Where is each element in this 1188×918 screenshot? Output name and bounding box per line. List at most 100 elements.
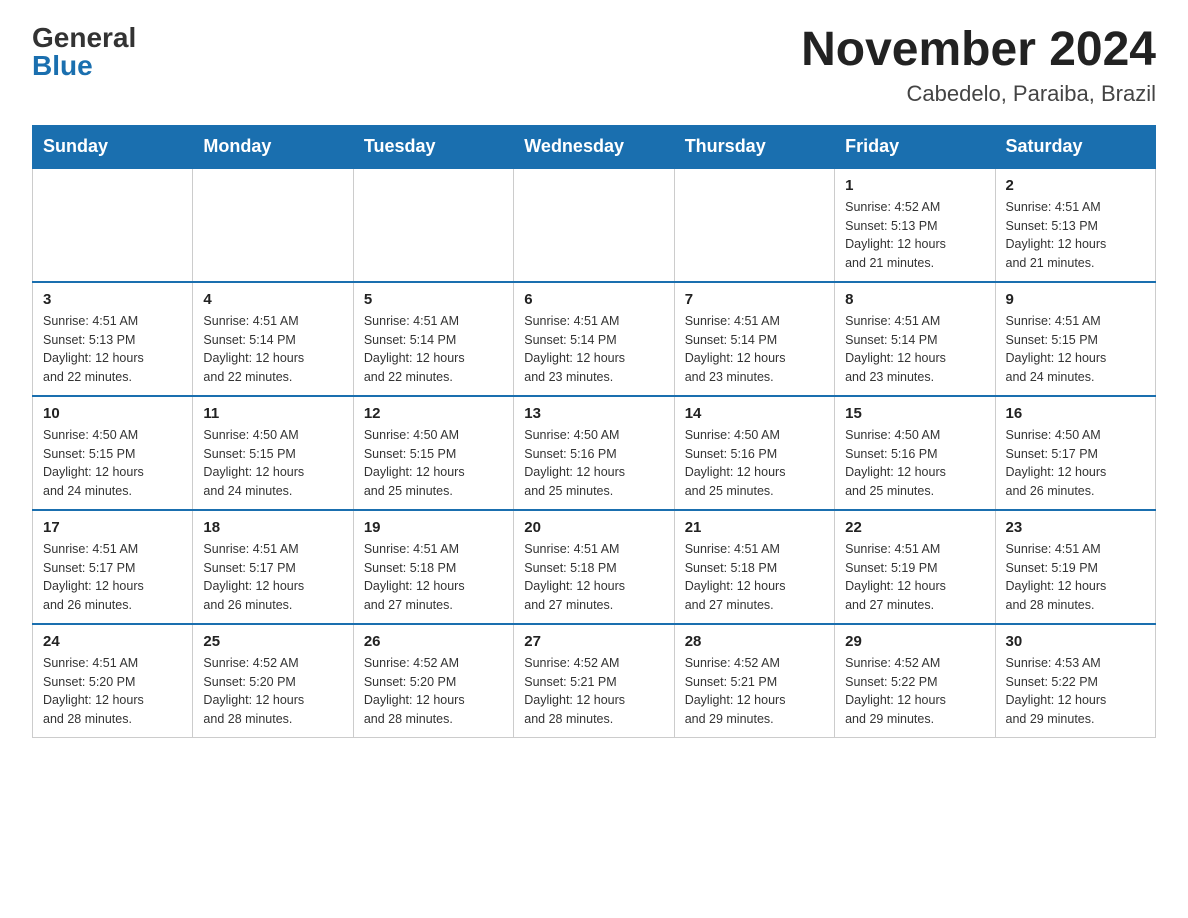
- day-number: 18: [203, 519, 342, 536]
- calendar-cell: 11 Sunrise: 4:50 AMSunset: 5:15 PMDayligh…: [193, 396, 353, 510]
- calendar-cell: 10Sunrise: 4:50 AMSunset: 5:15 PMDayligh…: [33, 396, 193, 510]
- day-info: Sunrise: 4:51 AMSunset: 5:18 PMDaylight:…: [685, 540, 824, 615]
- day-info: Sunrise: 4:51 AMSunset: 5:13 PMDaylight:…: [43, 312, 182, 387]
- calendar-cell: 12 Sunrise: 4:50 AMSunset: 5:15 PMDayligh…: [353, 396, 513, 510]
- day-number: 23: [1006, 519, 1145, 536]
- day-info: Sunrise: 4:51 AMSunset: 5:14 PMDaylight:…: [364, 312, 503, 387]
- calendar-cell: 23 Sunrise: 4:51 AMSunset: 5:19 PMDayligh…: [995, 510, 1155, 624]
- day-number: 26: [364, 633, 503, 650]
- day-number: 8: [845, 291, 984, 308]
- calendar-header-thursday: Thursday: [674, 125, 834, 168]
- day-info: Sunrise: 4:52 AMSunset: 5:20 PMDaylight:…: [364, 654, 503, 729]
- day-number: 28: [685, 633, 824, 650]
- calendar-header-friday: Friday: [835, 125, 995, 168]
- calendar-cell: 17 Sunrise: 4:51 AMSunset: 5:17 PMDayligh…: [33, 510, 193, 624]
- day-info: Sunrise: 4:51 AMSunset: 5:14 PMDaylight:…: [685, 312, 824, 387]
- day-info: Sunrise: 4:51 AMSunset: 5:18 PMDaylight:…: [524, 540, 663, 615]
- day-number: 14: [685, 405, 824, 422]
- day-number: 7: [685, 291, 824, 308]
- logo-general-text: General: [32, 24, 136, 52]
- calendar-cell: 20 Sunrise: 4:51 AMSunset: 5:18 PMDayligh…: [514, 510, 674, 624]
- day-info: Sunrise: 4:51 AMSunset: 5:19 PMDaylight:…: [845, 540, 984, 615]
- day-info: Sunrise: 4:50 AMSunset: 5:15 PMDaylight:…: [364, 426, 503, 501]
- calendar-cell: 30 Sunrise: 4:53 AMSunset: 5:22 PMDayligh…: [995, 624, 1155, 738]
- day-info: Sunrise: 4:51 AMSunset: 5:20 PMDaylight:…: [43, 654, 182, 729]
- calendar-cell: [33, 168, 193, 282]
- calendar-week-row: 1 Sunrise: 4:52 AMSunset: 5:13 PMDaylight…: [33, 168, 1156, 282]
- day-number: 21: [685, 519, 824, 536]
- day-info: Sunrise: 4:51 AMSunset: 5:13 PMDaylight:…: [1006, 198, 1145, 273]
- day-number: 30: [1006, 633, 1145, 650]
- calendar-table: SundayMondayTuesdayWednesdayThursdayFrid…: [32, 125, 1156, 738]
- calendar-cell: 4 Sunrise: 4:51 AMSunset: 5:14 PMDaylight…: [193, 282, 353, 396]
- day-info: Sunrise: 4:52 AMSunset: 5:20 PMDaylight:…: [203, 654, 342, 729]
- calendar-cell: 5 Sunrise: 4:51 AMSunset: 5:14 PMDaylight…: [353, 282, 513, 396]
- day-number: 12: [364, 405, 503, 422]
- day-number: 5: [364, 291, 503, 308]
- day-number: 25: [203, 633, 342, 650]
- calendar-week-row: 3 Sunrise: 4:51 AMSunset: 5:13 PMDaylight…: [33, 282, 1156, 396]
- calendar-week-row: 17 Sunrise: 4:51 AMSunset: 5:17 PMDayligh…: [33, 510, 1156, 624]
- calendar-cell: 22Sunrise: 4:51 AMSunset: 5:19 PMDayligh…: [835, 510, 995, 624]
- calendar-cell: 18Sunrise: 4:51 AMSunset: 5:17 PMDayligh…: [193, 510, 353, 624]
- day-number: 2: [1006, 177, 1145, 194]
- day-number: 15: [845, 405, 984, 422]
- calendar-cell: 25 Sunrise: 4:52 AMSunset: 5:20 PMDayligh…: [193, 624, 353, 738]
- calendar-cell: 21 Sunrise: 4:51 AMSunset: 5:18 PMDayligh…: [674, 510, 834, 624]
- calendar-header-monday: Monday: [193, 125, 353, 168]
- day-info: Sunrise: 4:50 AMSunset: 5:16 PMDaylight:…: [685, 426, 824, 501]
- day-number: 20: [524, 519, 663, 536]
- calendar-cell: 16Sunrise: 4:50 AMSunset: 5:17 PMDayligh…: [995, 396, 1155, 510]
- logo: General Blue: [32, 24, 136, 80]
- day-number: 16: [1006, 405, 1145, 422]
- day-info: Sunrise: 4:53 AMSunset: 5:22 PMDaylight:…: [1006, 654, 1145, 729]
- location-text: Cabedelo, Paraiba, Brazil: [801, 81, 1156, 107]
- calendar-cell: 9Sunrise: 4:51 AMSunset: 5:15 PMDaylight…: [995, 282, 1155, 396]
- day-info: Sunrise: 4:50 AMSunset: 5:16 PMDaylight:…: [845, 426, 984, 501]
- calendar-cell: 8 Sunrise: 4:51 AMSunset: 5:14 PMDaylight…: [835, 282, 995, 396]
- title-section: November 2024 Cabedelo, Paraiba, Brazil: [801, 24, 1156, 107]
- calendar-header-tuesday: Tuesday: [353, 125, 513, 168]
- day-number: 1: [845, 177, 984, 194]
- day-info: Sunrise: 4:51 AMSunset: 5:14 PMDaylight:…: [524, 312, 663, 387]
- calendar-cell: 6Sunrise: 4:51 AMSunset: 5:14 PMDaylight…: [514, 282, 674, 396]
- day-number: 10: [43, 405, 182, 422]
- calendar-header-row: SundayMondayTuesdayWednesdayThursdayFrid…: [33, 125, 1156, 168]
- day-number: 29: [845, 633, 984, 650]
- day-info: Sunrise: 4:52 AMSunset: 5:22 PMDaylight:…: [845, 654, 984, 729]
- logo-blue-text: Blue: [32, 52, 93, 80]
- day-info: Sunrise: 4:50 AMSunset: 5:15 PMDaylight:…: [203, 426, 342, 501]
- day-number: 4: [203, 291, 342, 308]
- day-number: 27: [524, 633, 663, 650]
- calendar-week-row: 24 Sunrise: 4:51 AMSunset: 5:20 PMDayligh…: [33, 624, 1156, 738]
- calendar-cell: 1 Sunrise: 4:52 AMSunset: 5:13 PMDaylight…: [835, 168, 995, 282]
- day-info: Sunrise: 4:51 AMSunset: 5:19 PMDaylight:…: [1006, 540, 1145, 615]
- day-info: Sunrise: 4:51 AMSunset: 5:15 PMDaylight:…: [1006, 312, 1145, 387]
- day-number: 11: [203, 405, 342, 422]
- day-info: Sunrise: 4:51 AMSunset: 5:17 PMDaylight:…: [43, 540, 182, 615]
- day-number: 17: [43, 519, 182, 536]
- day-info: Sunrise: 4:51 AMSunset: 5:14 PMDaylight:…: [203, 312, 342, 387]
- calendar-cell: 15 Sunrise: 4:50 AMSunset: 5:16 PMDayligh…: [835, 396, 995, 510]
- calendar-cell: [514, 168, 674, 282]
- calendar-cell: 26 Sunrise: 4:52 AMSunset: 5:20 PMDayligh…: [353, 624, 513, 738]
- calendar-cell: 19Sunrise: 4:51 AMSunset: 5:18 PMDayligh…: [353, 510, 513, 624]
- calendar-cell: [674, 168, 834, 282]
- calendar-week-row: 10 Sunrise: 4:50 AMSunset: 5:15 PMDayligh…: [33, 396, 1156, 510]
- day-info: Sunrise: 4:52 AMSunset: 5:13 PMDaylight:…: [845, 198, 984, 273]
- calendar-cell: [353, 168, 513, 282]
- page-header: General Blue November 2024 Cabedelo, Par…: [32, 24, 1156, 107]
- calendar-header-wednesday: Wednesday: [514, 125, 674, 168]
- day-info: Sunrise: 4:50 AMSunset: 5:16 PMDaylight:…: [524, 426, 663, 501]
- day-info: Sunrise: 4:51 AMSunset: 5:14 PMDaylight:…: [845, 312, 984, 387]
- day-number: 13: [524, 405, 663, 422]
- calendar-cell: 3 Sunrise: 4:51 AMSunset: 5:13 PMDaylight…: [33, 282, 193, 396]
- calendar-cell: 2 Sunrise: 4:51 AMSunset: 5:13 PMDaylight…: [995, 168, 1155, 282]
- calendar-cell: [193, 168, 353, 282]
- day-number: 19: [364, 519, 503, 536]
- day-number: 24: [43, 633, 182, 650]
- day-number: 3: [43, 291, 182, 308]
- calendar-cell: 28Sunrise: 4:52 AMSunset: 5:21 PMDayligh…: [674, 624, 834, 738]
- calendar-cell: 14 Sunrise: 4:50 AMSunset: 5:16 PMDayligh…: [674, 396, 834, 510]
- calendar-cell: 29 Sunrise: 4:52 AMSunset: 5:22 PMDayligh…: [835, 624, 995, 738]
